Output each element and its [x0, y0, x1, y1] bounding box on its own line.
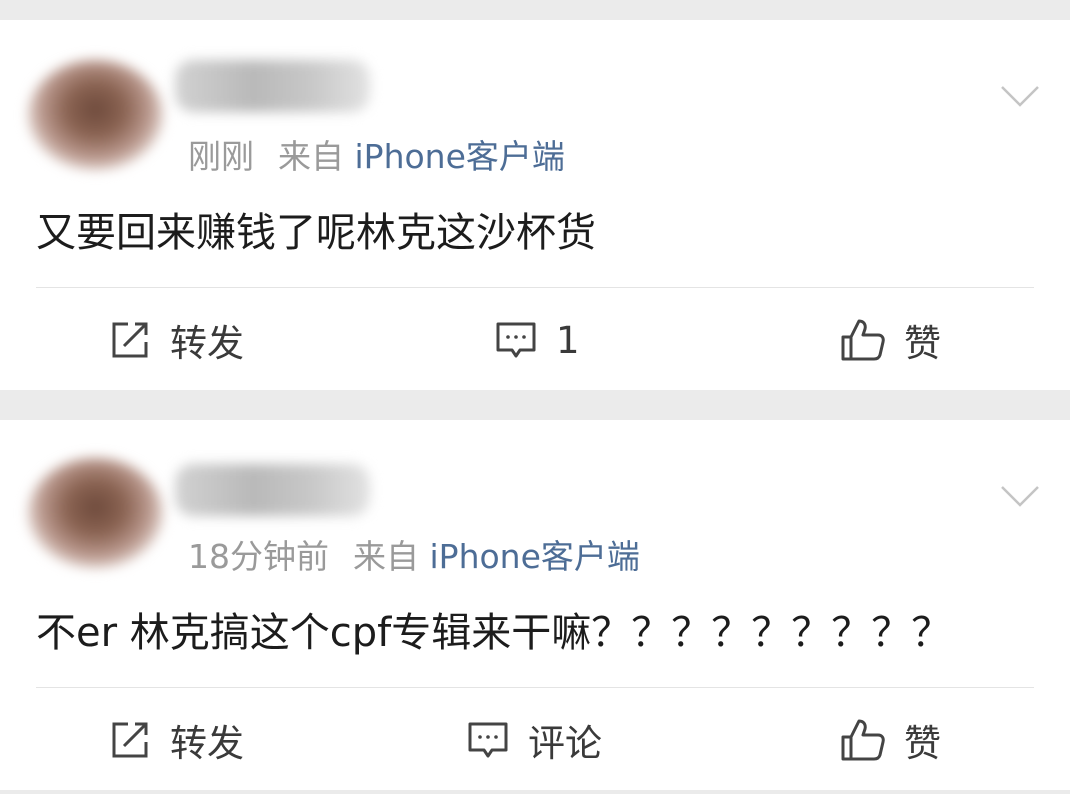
post-content: 不er 林克搞这个cpf专辑来干嘛？？？？？？？？？	[36, 610, 952, 656]
source-link[interactable]: iPhone客户端	[430, 537, 640, 576]
avatar[interactable]	[28, 60, 163, 170]
source-link[interactable]: iPhone客户端	[355, 137, 565, 176]
post-meta: 刚刚 来自 iPhone客户端	[188, 130, 565, 178]
edit-share-icon	[112, 322, 148, 358]
like-label: 赞	[904, 722, 941, 765]
username-blurred[interactable]	[175, 464, 370, 516]
username-blurred[interactable]	[175, 60, 370, 112]
forward-button[interactable]: 转发	[108, 315, 244, 365]
comment-icon	[468, 722, 508, 758]
divider	[36, 687, 1034, 688]
comment-button[interactable]: 评论	[466, 715, 602, 765]
post-time: 18分钟前	[188, 537, 329, 576]
forward-label: 转发	[170, 322, 244, 365]
divider	[36, 287, 1034, 288]
thumbs-up-icon	[841, 719, 885, 761]
comment-label: 评论	[528, 722, 602, 765]
post-time: 刚刚	[188, 137, 254, 176]
like-label: 赞	[904, 322, 941, 365]
post-content: 又要回来赚钱了呢林克这沙杯货	[36, 210, 596, 256]
forward-button[interactable]: 转发	[108, 715, 244, 765]
source-prefix: 来自	[278, 137, 344, 176]
chevron-down-icon[interactable]	[1000, 475, 1040, 515]
post-card: 18分钟前 来自 iPhone客户端 不er 林克搞这个cpf专辑来干嘛？？？？？…	[0, 420, 1070, 790]
avatar[interactable]	[28, 458, 163, 568]
comment-count: 1	[556, 318, 580, 362]
like-button[interactable]: 赞	[840, 315, 941, 365]
comment-button[interactable]: 1	[494, 315, 580, 365]
chevron-down-icon[interactable]	[1000, 75, 1040, 115]
edit-share-icon	[112, 722, 148, 758]
source-prefix: 来自	[353, 537, 419, 576]
comment-icon	[496, 322, 536, 358]
thumbs-up-icon	[841, 319, 885, 361]
like-button[interactable]: 赞	[840, 715, 941, 765]
forward-label: 转发	[170, 722, 244, 765]
post-card: 刚刚 来自 iPhone客户端 又要回来赚钱了呢林克这沙杯货 转发 1 赞	[0, 20, 1070, 390]
post-meta: 18分钟前 来自 iPhone客户端	[188, 530, 640, 578]
